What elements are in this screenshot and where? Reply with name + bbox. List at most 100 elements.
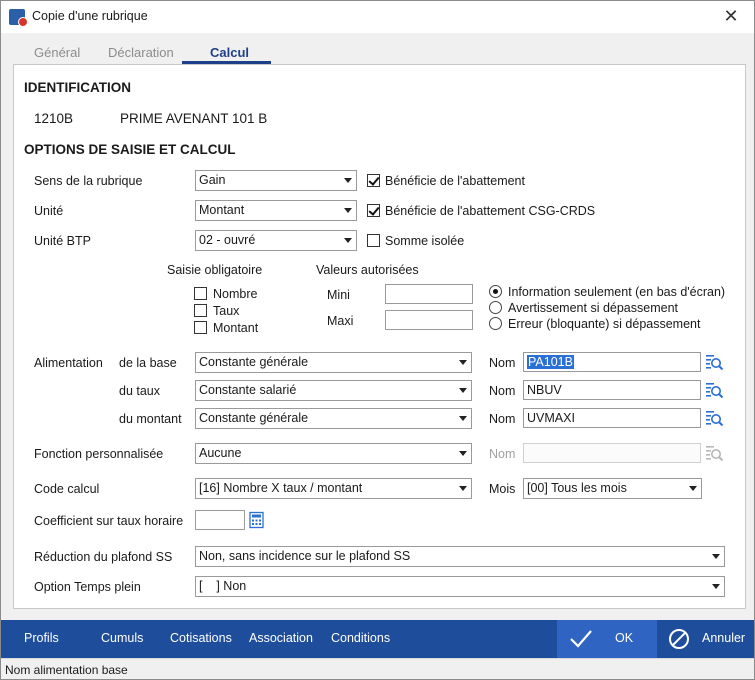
profils-button[interactable]: Profils bbox=[24, 631, 59, 645]
ok-button[interactable]: OK bbox=[557, 620, 657, 658]
association-button[interactable]: Association bbox=[249, 631, 313, 645]
chevron-down-icon bbox=[712, 554, 720, 559]
abattement-checkbox[interactable] bbox=[367, 174, 380, 187]
fonction-value: Aucune bbox=[199, 446, 242, 460]
mini-input[interactable] bbox=[385, 284, 473, 304]
chevron-down-icon bbox=[344, 238, 352, 243]
code-calcul-select[interactable]: [16] Nombre X taux / montant bbox=[195, 478, 472, 499]
montant-select[interactable]: Constante générale bbox=[195, 408, 472, 429]
search-list-icon[interactable] bbox=[704, 380, 724, 400]
reduction-select[interactable]: Non, sans incidence sur le plafond SS bbox=[195, 546, 725, 567]
unite-btp-value: 02 - ouvré bbox=[199, 233, 256, 247]
close-button[interactable]: ✕ bbox=[716, 5, 746, 29]
status-text: Nom alimentation base bbox=[5, 663, 128, 677]
somme-isolee-label: Somme isolée bbox=[385, 234, 465, 248]
abattement-csg-label: Bénéficie de l'abattement CSG-CRDS bbox=[385, 204, 596, 218]
mois-label: Mois bbox=[489, 482, 516, 496]
search-list-icon[interactable] bbox=[704, 408, 724, 428]
calculator-icon[interactable] bbox=[248, 511, 266, 529]
radio-erreur[interactable] bbox=[489, 317, 502, 330]
cumuls-button[interactable]: Cumuls bbox=[101, 631, 143, 645]
tab-calcul[interactable]: Calcul bbox=[210, 41, 249, 63]
options-title: OPTIONS DE SAISIE ET CALCUL bbox=[24, 142, 236, 157]
mois-value: [00] Tous les mois bbox=[527, 481, 627, 495]
unite-label: Unité bbox=[34, 204, 64, 218]
unite-btp-select[interactable]: 02 - ouvré bbox=[195, 230, 357, 251]
check-icon bbox=[569, 628, 593, 653]
tab-general[interactable]: Général bbox=[34, 41, 80, 63]
chevron-down-icon bbox=[712, 584, 720, 589]
taux-nom-label: Nom bbox=[489, 384, 516, 398]
unite-select[interactable]: Montant bbox=[195, 200, 357, 221]
annuler-label: Annuler bbox=[702, 631, 746, 645]
chevron-down-icon bbox=[689, 486, 697, 491]
sens-label: Sens de la rubrique bbox=[34, 174, 143, 188]
search-list-icon[interactable] bbox=[704, 352, 724, 372]
fonction-nom-input bbox=[523, 443, 701, 463]
fonction-select[interactable]: Aucune bbox=[195, 443, 472, 464]
temps-plein-value: [ ] Non bbox=[199, 579, 247, 593]
rubrique-name: PRIME AVENANT 101 B bbox=[120, 111, 268, 126]
saisie-nombre-label: Nombre bbox=[213, 287, 258, 301]
taux-label: du taux bbox=[119, 384, 161, 398]
radio-avertissement-label: Avertissement si dépassement bbox=[508, 301, 678, 315]
chevron-down-icon bbox=[459, 388, 467, 393]
saisie-montant-label: Montant bbox=[213, 321, 259, 335]
annuler-button[interactable]: Annuler bbox=[657, 620, 754, 658]
window-title: Copie d'une rubrique bbox=[32, 9, 148, 23]
base-nom-label: Nom bbox=[489, 356, 516, 370]
taux-nom-input[interactable]: NBUV bbox=[523, 380, 701, 400]
somme-isolee-checkbox[interactable] bbox=[367, 234, 380, 247]
mois-select[interactable]: [00] Tous les mois bbox=[523, 478, 702, 499]
search-list-icon bbox=[704, 443, 724, 463]
montant-nom-label: Nom bbox=[489, 412, 516, 426]
taux-value: Constante salarié bbox=[199, 383, 297, 397]
code-calcul-value: [16] Nombre X taux / montant bbox=[199, 481, 363, 495]
montant-value: Constante générale bbox=[199, 411, 309, 425]
cancel-icon bbox=[668, 628, 690, 653]
identification-title: IDENTIFICATION bbox=[24, 80, 131, 95]
fonction-label: Fonction personnalisée bbox=[34, 447, 164, 461]
radio-information-label: Information seulement (en bas d'écran) bbox=[508, 285, 726, 299]
sens-select[interactable]: Gain bbox=[195, 170, 357, 191]
saisie-obligatoire-title: Saisie obligatoire bbox=[167, 263, 263, 277]
conditions-button[interactable]: Conditions bbox=[331, 631, 390, 645]
rubrique-code: 1210B bbox=[34, 111, 74, 126]
montant-nom-input[interactable]: UVMAXI bbox=[523, 408, 701, 428]
valeurs-autorisees-title: Valeurs autorisées bbox=[316, 263, 419, 277]
coefficient-label: Coefficient sur taux horaire bbox=[34, 514, 184, 528]
base-label: de la base bbox=[119, 356, 177, 370]
taux-select[interactable]: Constante salarié bbox=[195, 380, 472, 401]
abattement-csg-checkbox[interactable] bbox=[367, 204, 380, 217]
saisie-montant-checkbox[interactable] bbox=[194, 321, 207, 334]
chevron-down-icon bbox=[459, 416, 467, 421]
saisie-nombre-checkbox[interactable] bbox=[194, 287, 207, 300]
temps-plein-label: Option Temps plein bbox=[34, 580, 141, 594]
chevron-down-icon bbox=[344, 178, 352, 183]
base-select[interactable]: Constante générale bbox=[195, 352, 472, 373]
radio-avertissement[interactable] bbox=[489, 301, 502, 314]
radio-information[interactable] bbox=[489, 285, 502, 298]
base-nom-input[interactable]: PA101B bbox=[523, 352, 701, 372]
fonction-nom-label: Nom bbox=[489, 447, 516, 461]
base-value: Constante générale bbox=[199, 355, 309, 369]
coefficient-input[interactable] bbox=[195, 510, 245, 530]
alimentation-label: Alimentation bbox=[34, 356, 103, 370]
tab-declaration[interactable]: Déclaration bbox=[108, 41, 174, 63]
temps-plein-select[interactable]: [ ] Non bbox=[195, 576, 725, 597]
sens-value: Gain bbox=[199, 173, 226, 187]
unite-value: Montant bbox=[199, 203, 245, 217]
unite-btp-label: Unité BTP bbox=[34, 234, 91, 248]
chevron-down-icon bbox=[459, 486, 467, 491]
calcul-panel: IDENTIFICATION 1210B PRIME AVENANT 101 B… bbox=[13, 64, 746, 609]
dialog-window: Copie d'une rubrique ✕ Général Déclarati… bbox=[0, 0, 755, 680]
saisie-taux-label: Taux bbox=[213, 304, 240, 318]
montant-label: du montant bbox=[119, 412, 182, 426]
saisie-taux-checkbox[interactable] bbox=[194, 304, 207, 317]
maxi-input[interactable] bbox=[385, 310, 473, 330]
base-nom-value: PA101B bbox=[527, 355, 574, 369]
mini-label: Mini bbox=[327, 288, 350, 302]
cotisations-button[interactable]: Cotisations bbox=[170, 631, 232, 645]
reduction-value: Non, sans incidence sur le plafond SS bbox=[199, 549, 411, 563]
status-bar: Nom alimentation base bbox=[1, 658, 754, 679]
